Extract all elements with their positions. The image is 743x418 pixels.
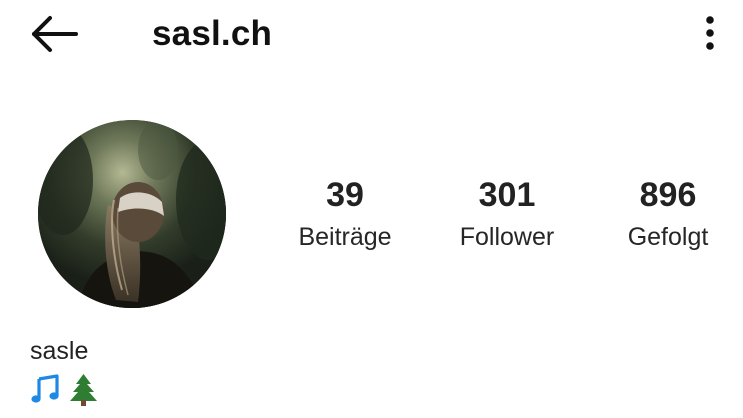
stat-posts[interactable]: 39 Beiträge — [270, 170, 420, 254]
following-label: Gefolgt — [627, 223, 709, 251]
stat-following[interactable]: 896 Gefolgt — [593, 170, 743, 254]
profile-photo — [38, 120, 226, 308]
back-button[interactable] — [24, 12, 84, 56]
posts-label: Beiträge — [298, 223, 392, 251]
posts-count: 39 — [326, 176, 364, 214]
profile-name: sasle — [30, 337, 89, 365]
page-title: sasl.ch — [152, 14, 273, 53]
musical-notes-icon — [31, 373, 62, 405]
followers-count: 301 — [478, 176, 536, 214]
evergreen-tree-icon — [70, 373, 97, 406]
bio-emojis — [30, 371, 100, 407]
profile-stats: 39 Beiträge 301 Follower 896 Gefolgt — [270, 170, 730, 270]
profile-avatar[interactable] — [38, 120, 226, 308]
stat-followers[interactable]: 301 Follower — [432, 170, 582, 254]
more-options-button[interactable] — [693, 10, 727, 56]
top-app-bar: sasl.ch — [0, 0, 743, 66]
more-vertical-icon — [706, 16, 714, 50]
followers-label: Follower — [459, 223, 555, 251]
arrow-left-icon — [32, 16, 78, 52]
following-count: 896 — [639, 176, 697, 214]
